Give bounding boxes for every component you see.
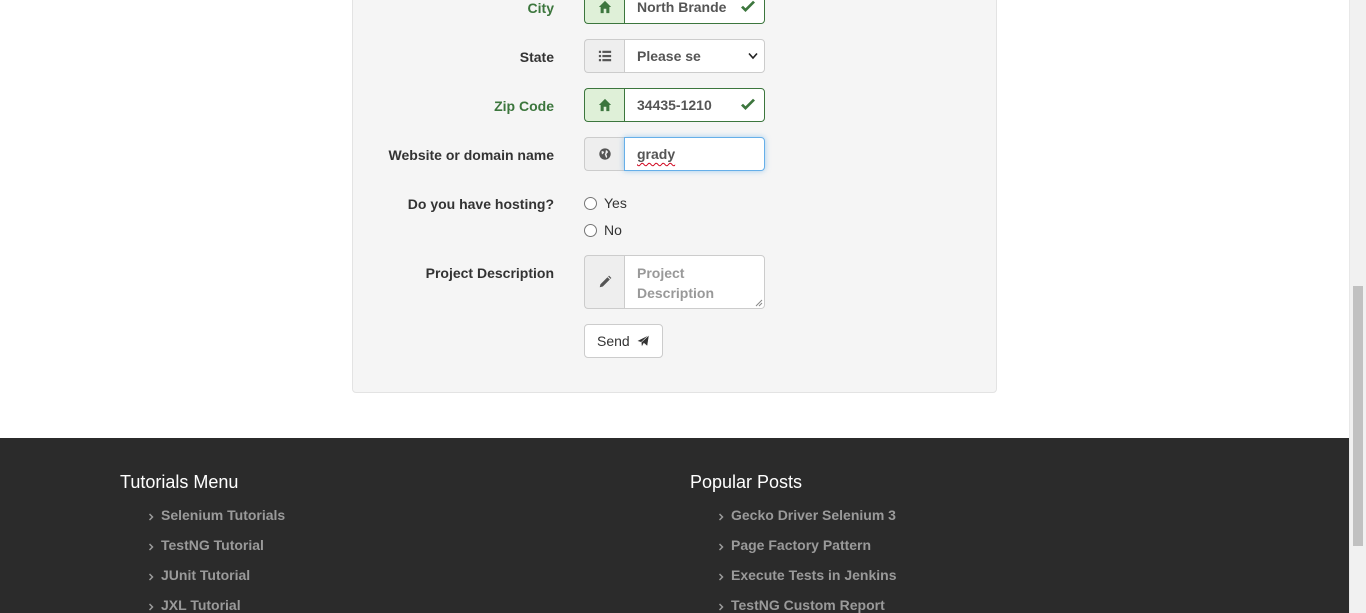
send-button[interactable]: Send	[584, 324, 663, 358]
zip-input-value: 34435-1210	[637, 97, 712, 113]
scrollbar-thumb[interactable]	[1353, 286, 1363, 546]
project-description-textarea[interactable]: Project Description	[624, 255, 765, 309]
home-icon	[584, 88, 624, 122]
footer-link[interactable]: TestNG Tutorial	[147, 537, 285, 567]
vertical-scrollbar[interactable]	[1349, 0, 1366, 613]
chevron-down-icon	[748, 52, 758, 60]
chevron-right-icon	[148, 573, 154, 581]
city-input-value: North Brande	[637, 0, 727, 15]
textarea-placeholder-line: Project	[637, 265, 685, 281]
globe-icon	[584, 137, 624, 171]
home-icon	[584, 0, 624, 24]
chevron-right-icon	[718, 543, 724, 551]
paper-plane-icon	[635, 334, 650, 348]
zip-input[interactable]: 34435-1210	[624, 88, 765, 122]
check-icon	[741, 0, 755, 12]
footer-link-label: JXL Tutorial	[161, 597, 241, 613]
footer-link-label: Selenium Tutorials	[161, 507, 286, 523]
city-input-group: North Brande	[584, 0, 765, 24]
footer-link[interactable]: TestNG Custom Report	[717, 597, 896, 613]
website-input-group: grady	[584, 137, 765, 171]
radio-button[interactable]	[584, 196, 597, 210]
hosting-label: Do you have hosting?	[407, 196, 554, 212]
hosting-yes-label: Yes	[604, 195, 627, 211]
zip-label: Zip Code	[494, 98, 554, 114]
zip-input-group: 34435-1210	[584, 88, 765, 122]
chevron-right-icon	[148, 603, 154, 611]
state-select-value: Please se	[637, 48, 701, 64]
footer-link-label: TestNG Tutorial	[161, 537, 264, 553]
project-description-group: Project Description	[584, 255, 765, 309]
check-icon	[741, 98, 755, 110]
hosting-no-label: No	[604, 222, 622, 238]
footer-link[interactable]: Selenium Tutorials	[147, 507, 285, 537]
project-description-label: Project Description	[425, 265, 554, 281]
chevron-right-icon	[148, 543, 154, 551]
chevron-right-icon	[718, 603, 724, 611]
state-select[interactable]: Please se	[624, 39, 765, 73]
tutorials-menu-list: Selenium Tutorials TestNG Tutorial JUnit…	[147, 507, 285, 613]
website-input-value: grady	[637, 146, 676, 162]
footer-link-label: JUnit Tutorial	[161, 567, 251, 583]
footer-link[interactable]: JUnit Tutorial	[147, 567, 285, 597]
popular-posts-title: Popular Posts	[690, 472, 803, 492]
footer-link-label: Execute Tests in Jenkins	[731, 567, 897, 583]
footer-link-label: TestNG Custom Report	[731, 597, 885, 613]
city-label: City	[527, 0, 554, 16]
tutorials-menu-title: Tutorials Menu	[120, 472, 239, 492]
chevron-right-icon	[148, 513, 154, 521]
chevron-right-icon	[718, 513, 724, 521]
footer-link[interactable]: Execute Tests in Jenkins	[717, 567, 896, 597]
website-label: Website or domain name	[388, 147, 554, 163]
send-button-label: Send	[597, 333, 630, 349]
page: City North Brande State Please se Zip Co…	[0, 0, 1349, 613]
footer-link[interactable]: Gecko Driver Selenium 3	[717, 507, 896, 537]
website-input[interactable]: grady	[624, 137, 765, 171]
city-input[interactable]: North Brande	[624, 0, 765, 24]
radio-button[interactable]	[584, 223, 597, 237]
pencil-icon	[584, 255, 624, 309]
footer-link-label: Gecko Driver Selenium 3	[731, 507, 896, 523]
footer-link[interactable]: Page Factory Pattern	[717, 537, 896, 567]
hosting-no-radio[interactable]: No	[584, 222, 622, 238]
chevron-right-icon	[718, 573, 724, 581]
textarea-placeholder-line: Description	[637, 285, 715, 301]
state-label: State	[519, 49, 554, 65]
footer-link-label: Page Factory Pattern	[731, 537, 872, 553]
hosting-yes-radio[interactable]: Yes	[584, 195, 627, 211]
state-input-group: Please se	[584, 39, 765, 73]
list-icon	[584, 39, 624, 73]
popular-posts-list: Gecko Driver Selenium 3 Page Factory Pat…	[717, 507, 896, 613]
footer-link[interactable]: JXL Tutorial	[147, 597, 285, 613]
footer: Tutorials Menu Selenium Tutorials TestNG…	[0, 438, 1349, 613]
resize-handle-icon[interactable]	[755, 299, 763, 307]
